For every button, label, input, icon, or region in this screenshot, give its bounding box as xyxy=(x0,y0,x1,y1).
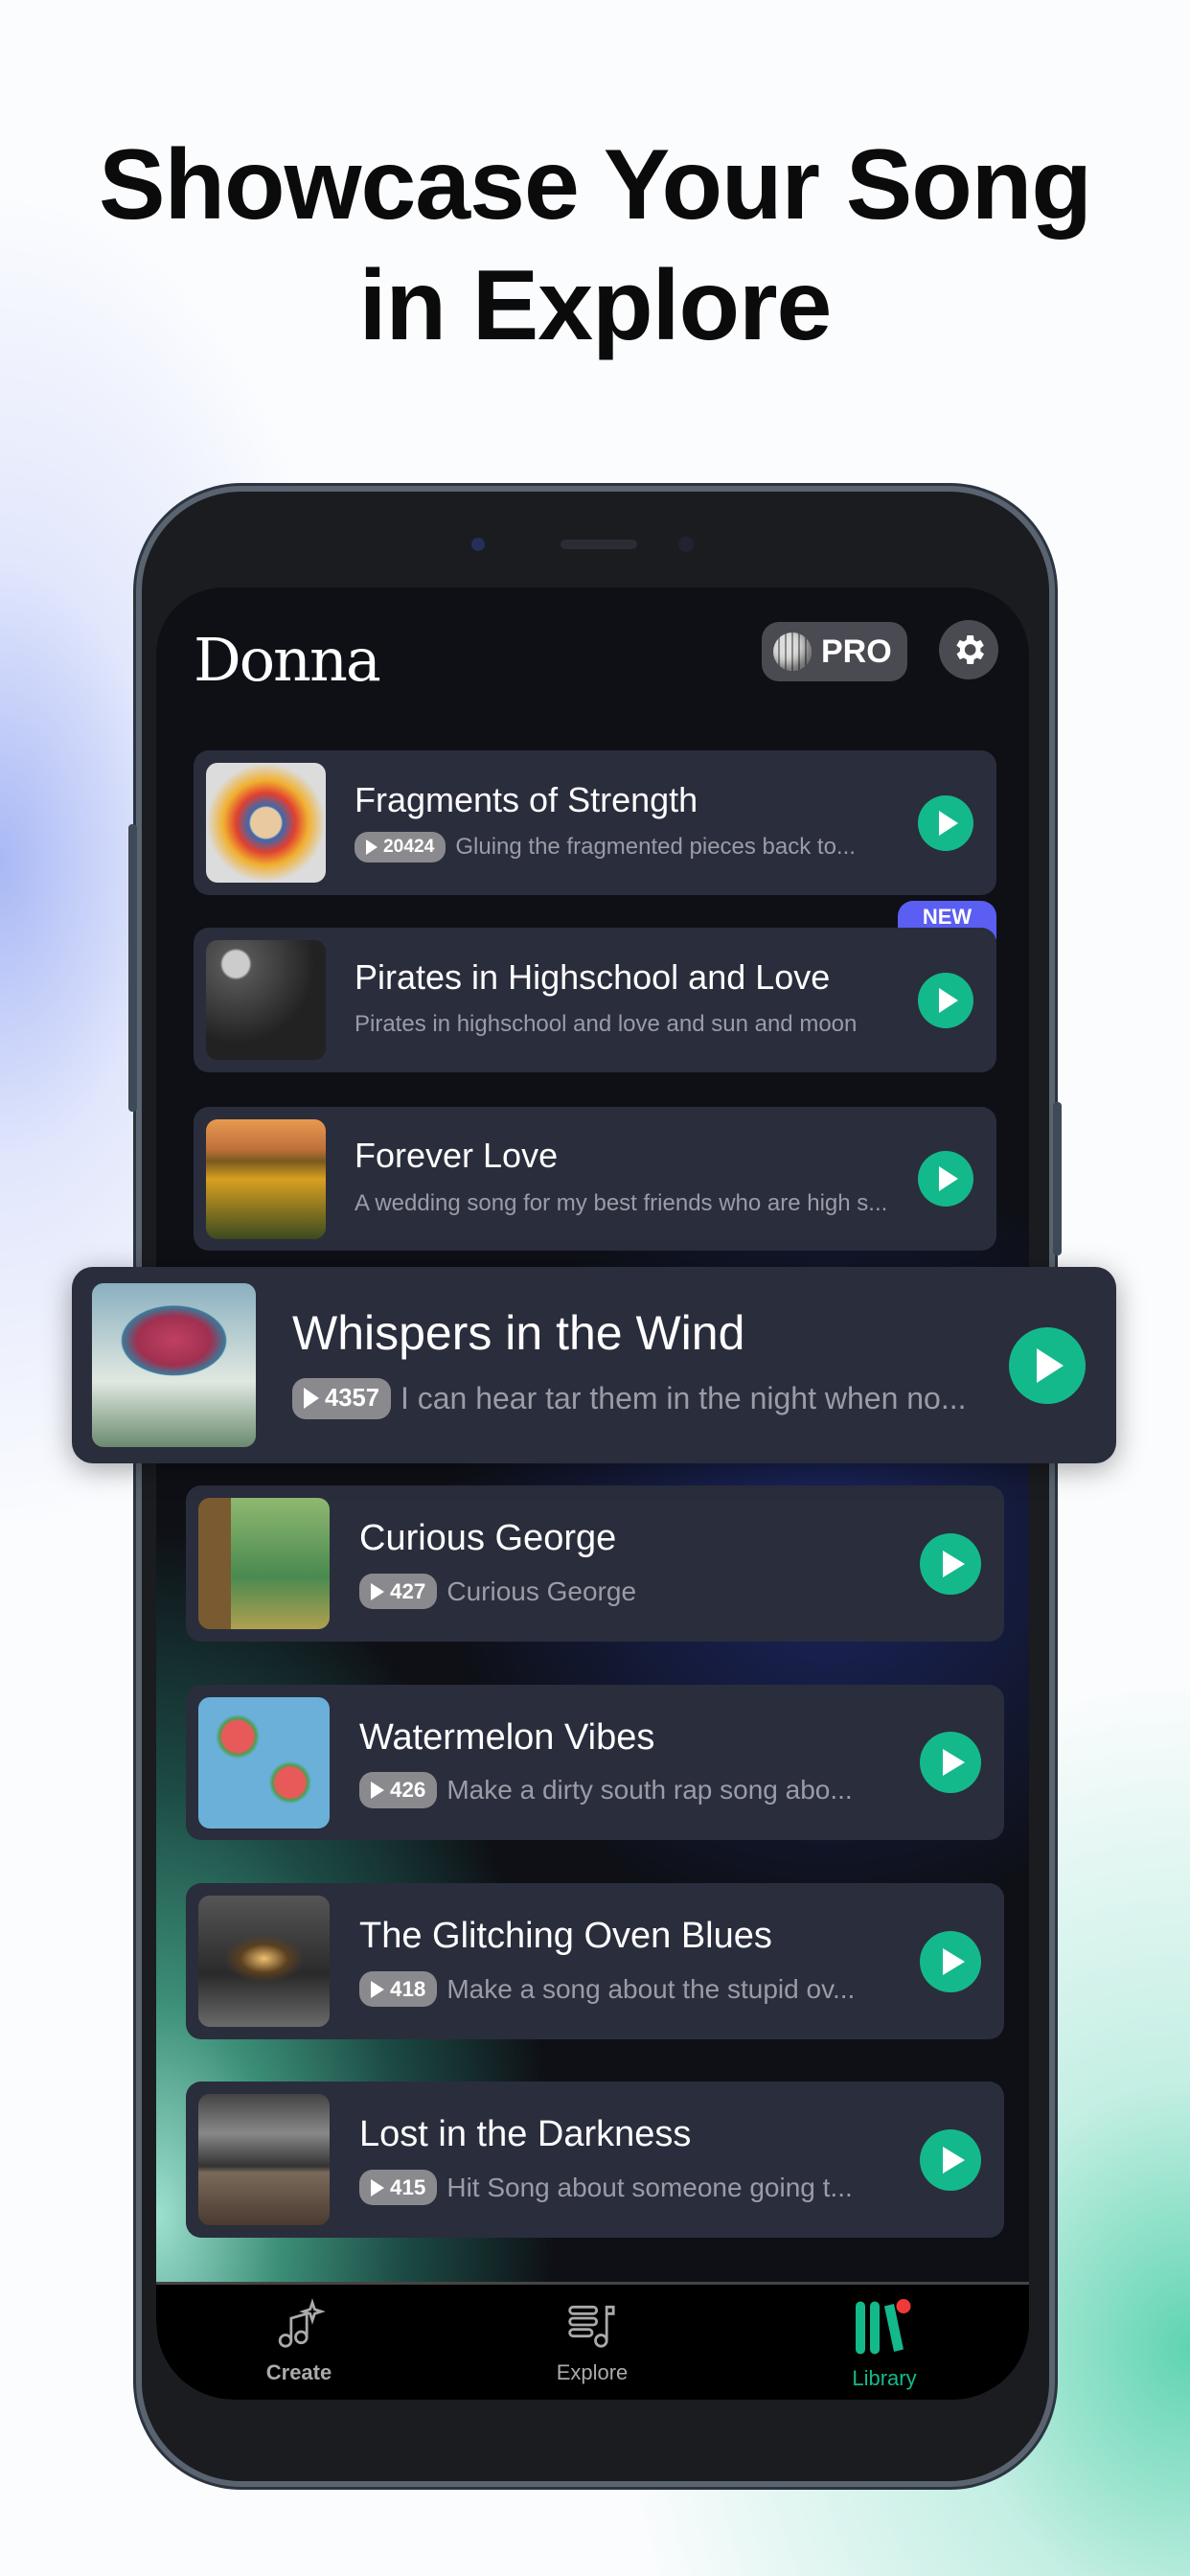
play-button[interactable] xyxy=(920,1532,981,1595)
nav-explore-label: Explore xyxy=(556,2360,629,2384)
play-button[interactable] xyxy=(920,2128,981,2191)
pro-button[interactable]: PRO xyxy=(762,622,907,681)
song-cover-image xyxy=(197,1696,330,1828)
song-subtitle: 20424 Gluing the fragmented pieces back t… xyxy=(355,832,856,864)
song-cover-image xyxy=(198,2094,330,2225)
song-cover-image xyxy=(206,763,326,883)
settings-button[interactable] xyxy=(939,620,998,679)
disco-ball-icon xyxy=(773,632,812,671)
pro-label: PRO xyxy=(821,632,892,670)
song-description: Curious George xyxy=(446,1576,637,1606)
play-button[interactable] xyxy=(920,1930,981,1992)
front-camera xyxy=(678,537,694,552)
song-description: Make a dirty south rap song abo... xyxy=(446,1775,853,1806)
gear-icon xyxy=(956,635,984,664)
play-count: 426 xyxy=(390,1778,426,1803)
play-count-icon xyxy=(371,2178,384,2196)
song-subtitle: 427 Curious George xyxy=(359,1573,636,1610)
song-title: Lost in the Darkness xyxy=(359,2114,692,2154)
play-count-badge: 4357 xyxy=(292,1377,391,1419)
app-logo: Donna xyxy=(194,625,381,695)
song-subtitle: 426 Make a dirty south rap song abo... xyxy=(359,1772,853,1809)
phone-side-button xyxy=(1053,1102,1062,1255)
earpiece xyxy=(561,540,637,549)
play-count-icon xyxy=(371,1582,384,1600)
play-button[interactable] xyxy=(918,794,973,851)
play-count-icon xyxy=(304,1388,319,1410)
play-count: 418 xyxy=(390,1976,426,2001)
song-description: A wedding song for my best friends who a… xyxy=(355,1189,888,1216)
play-count: 415 xyxy=(390,2174,426,2199)
play-count-icon xyxy=(366,840,378,856)
song-card[interactable]: Curious George 427 Curious George xyxy=(186,1485,1004,1642)
play-button[interactable] xyxy=(920,1732,981,1793)
song-card[interactable]: Pirates in Highschool and Love Pirates in… xyxy=(194,928,996,1072)
play-count-badge: 426 xyxy=(359,1772,438,1808)
song-description: I can hear tar them in the night when no… xyxy=(400,1380,967,1415)
song-cover-image xyxy=(92,1283,256,1447)
song-title: Whispers in the Wind xyxy=(292,1306,745,1360)
song-cover-image xyxy=(198,1498,330,1629)
play-count-icon xyxy=(371,1980,384,1998)
song-cover-image xyxy=(205,1118,326,1239)
song-description: Hit Song about someone going t... xyxy=(446,2172,853,2202)
nav-explore[interactable]: Explore xyxy=(515,2298,669,2385)
song-title: Pirates in Highschool and Love xyxy=(355,956,831,997)
notification-dot xyxy=(896,2299,911,2313)
play-count: 20424 xyxy=(383,837,435,858)
play-icon xyxy=(942,1550,965,1577)
song-subtitle: A wedding song for my best friends who a… xyxy=(355,1187,887,1220)
headline-line1: Showcase Your Song xyxy=(99,129,1092,241)
headline: Showcase Your Song in Explore xyxy=(0,125,1190,366)
nav-library-label: Library xyxy=(852,2366,917,2390)
song-description: Gluing the fragmented pieces back to... xyxy=(455,834,856,861)
play-icon xyxy=(942,1947,965,1975)
play-button[interactable] xyxy=(918,972,973,1028)
play-count-badge: 427 xyxy=(359,1573,438,1610)
headline-line2: in Explore xyxy=(358,250,833,361)
song-title: Watermelon Vibes xyxy=(359,1716,655,1758)
play-icon xyxy=(1037,1347,1064,1383)
song-title: Fragments of Strength xyxy=(355,779,698,819)
music-sparkle-icon xyxy=(278,2298,326,2348)
play-count-badge: 415 xyxy=(359,2169,438,2206)
song-subtitle: 418 Make a song about the stupid ov... xyxy=(359,1970,855,2008)
song-subtitle: 4357 I can hear tar them in the night whe… xyxy=(292,1377,967,1420)
play-icon xyxy=(939,1166,958,1191)
play-icon xyxy=(939,987,958,1013)
play-icon xyxy=(942,1749,965,1776)
nav-create-label: Create xyxy=(265,2360,332,2384)
play-count: 427 xyxy=(390,1578,426,1603)
song-title: Curious George xyxy=(359,1518,617,1558)
song-card[interactable]: Lost in the Darkness 415 Hit Song about so… xyxy=(186,2082,1004,2238)
play-count: 4357 xyxy=(325,1384,379,1412)
song-card[interactable]: Watermelon Vibes 426 Make a dirty south ra… xyxy=(186,1685,1004,1840)
song-card[interactable]: Fragments of Strength 20424 Gluing the fra… xyxy=(194,750,996,895)
play-icon xyxy=(942,2146,965,2174)
list-music-icon xyxy=(568,2305,615,2348)
song-card[interactable]: The Glitching Oven Blues 418 Make a song a… xyxy=(186,1883,1004,2039)
nav-library[interactable]: Library xyxy=(808,2298,961,2391)
song-subtitle: 415 Hit Song about someone going t... xyxy=(359,2169,853,2206)
play-count-icon xyxy=(371,1782,384,1800)
play-count-badge: 418 xyxy=(359,1970,438,2008)
song-card[interactable]: Forever Love A wedding song for my best f… xyxy=(194,1107,996,1251)
sensor-dot xyxy=(471,538,485,551)
play-icon xyxy=(939,810,958,836)
phone-side-button xyxy=(128,824,137,1112)
nav-create[interactable]: Create xyxy=(222,2298,376,2385)
song-card[interactable]: Whispers in the Wind 4357 I can hear tar t… xyxy=(72,1267,1116,1463)
song-cover-image xyxy=(206,940,326,1060)
play-button[interactable] xyxy=(918,1151,973,1207)
song-title: The Glitching Oven Blues xyxy=(359,1916,772,1956)
song-description: Make a song about the stupid ov... xyxy=(446,1973,856,2004)
song-description: Pirates in highschool and love and sun a… xyxy=(355,1011,858,1038)
song-subtitle: Pirates in highschool and love and sun a… xyxy=(355,1009,857,1042)
library-icon xyxy=(856,2299,911,2355)
play-count-badge: 20424 xyxy=(355,832,446,863)
song-title: Forever Love xyxy=(355,1136,559,1175)
song-cover-image xyxy=(198,1896,330,2027)
play-button[interactable] xyxy=(1009,1326,1086,1404)
